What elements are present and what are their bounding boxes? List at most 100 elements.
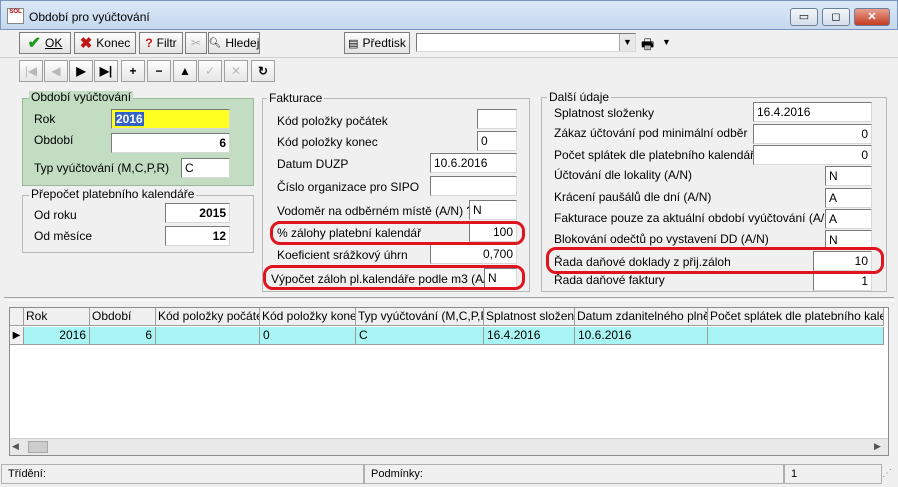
scissors-icon[interactable]: ✂: [185, 32, 207, 54]
rok-label: Rok: [34, 112, 56, 126]
maximize-button[interactable]: ◻: [822, 8, 850, 26]
question-icon: ?: [145, 36, 153, 50]
records-grid[interactable]: Rok Období Kód položky počátek Kód polož…: [9, 307, 889, 456]
prepocet-group-title: Přepočet platebního kalendáře: [29, 187, 197, 201]
binoculars-icon: 🔍︎: [208, 37, 222, 49]
ok-button[interactable]: ✔ OK: [19, 32, 71, 54]
aktualni-input[interactable]: A: [825, 209, 872, 229]
zakaz-label: Zákaz účtování pod minimální odběr: [554, 126, 748, 140]
checkmark-icon: ✔: [27, 35, 42, 52]
koeficient-label: Koeficient srážkový úhrn: [277, 248, 408, 262]
app-logo-icon: SOL: [7, 8, 24, 24]
obdobi-input[interactable]: 6: [111, 133, 230, 153]
lokalita-input[interactable]: N: [825, 166, 872, 186]
print-template-select[interactable]: ▼: [416, 33, 636, 52]
blokovani-label: Blokování odečtů po vystavení DD (A/N): [554, 232, 769, 246]
column-header[interactable]: Datum zdanitelného plnění: [575, 308, 708, 326]
post-record-icon[interactable]: ✓: [198, 60, 222, 82]
aktualni-label: Fakturace pouze za aktuální období vyúčt…: [554, 211, 837, 225]
od-roku-input[interactable]: 2015: [165, 203, 230, 223]
printer-icon[interactable]: 🖶︎: [641, 34, 654, 58]
table-cell[interactable]: 0: [260, 327, 356, 345]
kod-konec-input[interactable]: 0: [477, 131, 517, 151]
column-header[interactable]: Kód položky počátek: [156, 308, 260, 326]
splatnost-input[interactable]: 16.4.2016: [753, 102, 872, 122]
rada-faktury-input[interactable]: 1: [813, 271, 872, 291]
close-button[interactable]: ✕: [854, 8, 890, 26]
kod-pocatek-input[interactable]: [477, 109, 517, 129]
current-row-arrow-icon: ▶: [10, 327, 24, 345]
prior-record-icon[interactable]: ◀: [44, 60, 68, 82]
next-record-icon[interactable]: ▶: [69, 60, 93, 82]
rok-input[interactable]: 2016: [111, 109, 230, 129]
scrollbar-thumb[interactable]: [28, 441, 48, 453]
column-header[interactable]: Typ vyúčtování (M,C,P,R): [356, 308, 484, 326]
hledej-button[interactable]: 🔍︎ Hledej: [208, 32, 260, 54]
navigator-bar: |◀ ◀ ▶ ▶| + − ▲ ✓ ✕ ↻: [0, 57, 898, 85]
highlight-rada-zaloh: [546, 247, 884, 274]
record-count: 1: [784, 464, 882, 484]
printer-dropdown-icon[interactable]: ▼: [662, 37, 671, 47]
duzp-label: Datum DUZP: [277, 157, 349, 171]
table-cell[interactable]: [708, 327, 884, 345]
cross-icon: ✖: [79, 35, 93, 52]
table-cell[interactable]: 10.6.2016: [575, 327, 708, 345]
table-cell[interactable]: 16.4.2016: [484, 327, 575, 345]
sipo-input[interactable]: [430, 176, 517, 196]
title-bar: SOL Období pro vyúčtování ▭ ◻ ✕: [0, 0, 898, 30]
table-cell[interactable]: C: [356, 327, 484, 345]
table-cell[interactable]: [156, 327, 260, 345]
highlight-vypocet-zaloh: [263, 265, 525, 290]
lokalita-label: Účtování dle lokality (A/N): [554, 168, 693, 182]
od-mesice-input[interactable]: 12: [165, 226, 230, 246]
kod-pocatek-label: Kód položky počátek: [277, 114, 388, 128]
obdobi-label: Období: [34, 133, 74, 147]
delete-record-icon[interactable]: −: [147, 60, 171, 82]
predtisk-button[interactable]: ▤ Předtisk: [344, 32, 410, 54]
scroll-right-icon[interactable]: ▶: [874, 441, 881, 452]
fakturace-group-title: Fakturace: [267, 91, 325, 105]
window-title: Období pro vyúčtování: [29, 10, 150, 24]
pocet-splatek-input[interactable]: 0: [753, 145, 872, 165]
konec-button[interactable]: ✖ Konec: [74, 32, 136, 54]
koeficient-input[interactable]: 0,700: [430, 244, 517, 264]
chevron-down-icon[interactable]: ▼: [619, 34, 635, 51]
minimize-button[interactable]: ▭: [790, 8, 818, 26]
vodomer-label: Vodoměr na odběrném místě (A/N) ?: [277, 204, 474, 218]
table-cell[interactable]: 6: [90, 327, 156, 345]
typ-vyuctovani-input[interactable]: C: [181, 158, 230, 178]
dalsi-udaje-group-title: Další údaje: [547, 90, 612, 104]
od-roku-label: Od roku: [34, 208, 77, 222]
column-header[interactable]: Počet splátek dle platebního kalendáře: [708, 308, 884, 326]
column-header[interactable]: Kód položky konec: [260, 308, 356, 326]
conditions-status: Podmínky:: [364, 464, 784, 484]
insert-record-icon[interactable]: +: [121, 60, 145, 82]
table-cell[interactable]: 2016: [24, 327, 90, 345]
resize-grip-icon[interactable]: ⋰: [882, 468, 892, 479]
kraceni-input[interactable]: A: [825, 188, 872, 208]
kraceni-label: Krácení paušálů dle dní (A/N): [554, 190, 712, 204]
horizontal-scrollbar[interactable]: ◀ ▶: [10, 438, 888, 455]
column-header[interactable]: Rok: [24, 308, 90, 326]
edit-record-icon[interactable]: ▲: [173, 60, 197, 82]
duzp-input[interactable]: 10.6.2016: [430, 153, 517, 173]
zakaz-input[interactable]: 0: [753, 124, 872, 144]
row-indicator-header: [10, 308, 24, 326]
kod-konec-label: Kód položky konec: [277, 135, 378, 149]
scroll-left-icon[interactable]: ◀: [12, 441, 19, 452]
highlight-zalohy: [270, 221, 525, 245]
typ-vyuctovani-label: Typ vyúčtování (M,C,P,R): [34, 161, 170, 175]
splitter[interactable]: [4, 297, 894, 301]
filtr-button[interactable]: ? Filtr: [139, 32, 183, 54]
cancel-record-icon[interactable]: ✕: [224, 60, 248, 82]
rada-faktury-label: Řada daňové faktury: [554, 273, 665, 287]
last-record-icon[interactable]: ▶|: [94, 60, 118, 82]
od-mesice-label: Od měsíce: [34, 229, 93, 243]
first-record-icon[interactable]: |◀: [19, 60, 43, 82]
column-header[interactable]: Splatnost složenky: [484, 308, 575, 326]
column-header[interactable]: Období: [90, 308, 156, 326]
status-bar: Třídění: Podmínky: 1 ⋰: [0, 462, 898, 487]
vodomer-input[interactable]: N: [469, 200, 517, 220]
pocet-splatek-label: Počet splátek dle platebního kalendáře: [554, 148, 761, 162]
refresh-icon[interactable]: ↻: [251, 60, 275, 82]
